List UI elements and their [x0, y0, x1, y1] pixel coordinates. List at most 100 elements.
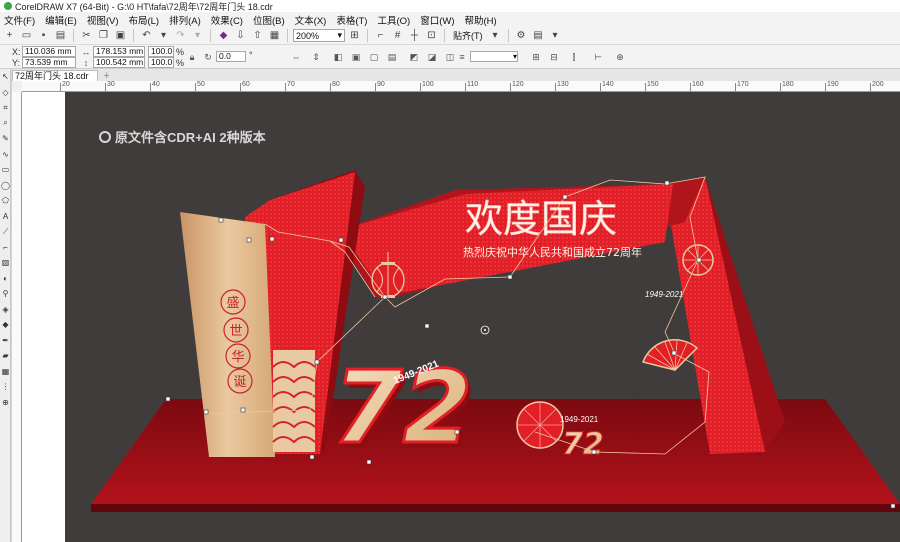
redo-dropdown-icon[interactable]: ▾ [190, 28, 205, 43]
menu-layout[interactable]: 布局(L) [124, 13, 165, 27]
connector-tool-icon[interactable]: ⌐ [0, 240, 11, 256]
shape-tool-icon[interactable]: ◇ [0, 85, 11, 101]
ruler-origin[interactable] [12, 81, 22, 92]
options-icon[interactable]: ⚙ [514, 28, 529, 43]
menu-help[interactable]: 帮助(H) [460, 13, 502, 27]
fill-icon[interactable]: ▰ [0, 348, 11, 364]
print-icon[interactable]: ▤ [53, 28, 68, 43]
menu-table[interactable]: 表格(T) [332, 13, 373, 27]
chevron-down-icon[interactable]: ▾ [488, 28, 503, 43]
rotation-center[interactable] [480, 325, 490, 335]
ungroup-icon[interactable]: ▢ [368, 51, 380, 63]
combine-icon[interactable]: ◧ [332, 51, 344, 63]
ruler-tick-label: 90 [377, 81, 385, 88]
object-align-icon[interactable]: ⫿ [568, 51, 580, 63]
artwork-page[interactable]: 原文件含CDR+AI 2种版本 盛 世 华 诞 72 72 1949-2021 … [65, 92, 900, 542]
freehand-tool-icon[interactable]: ✎ [0, 131, 11, 147]
menu-edit[interactable]: 编辑(E) [41, 13, 83, 27]
y-label: Y: [12, 58, 21, 68]
mesh-fill-icon[interactable]: ▦ [0, 364, 11, 380]
lock-ratio-icon[interactable]: 🔒︎ [186, 51, 198, 63]
text-tool-icon[interactable]: A [0, 209, 11, 225]
menu-bitmaps[interactable]: 位图(B) [249, 13, 291, 27]
height-field[interactable]: 100.542 mm [93, 57, 145, 68]
create-boundary-icon[interactable]: ⊟ [548, 51, 560, 63]
group-icon[interactable]: ▣ [350, 51, 362, 63]
new-document-icon[interactable]: + [2, 28, 17, 43]
undo-dropdown-icon[interactable]: ▾ [156, 28, 171, 43]
mirror-vertical-icon[interactable]: ⇕ [310, 51, 322, 63]
rotation-angle-field[interactable]: 0.0 [216, 51, 246, 62]
mirror-horizontal-icon[interactable]: ⇔ [290, 51, 302, 63]
scale-x-field[interactable]: 100.0 [148, 46, 174, 57]
show-guidelines-icon[interactable]: ┼ [407, 28, 422, 43]
ruler-tick-label: 110 [467, 81, 479, 88]
add-tab-icon[interactable]: + [98, 71, 116, 82]
full-screen-preview-icon[interactable]: ⊞ [347, 28, 362, 43]
crop-tool-icon[interactable]: ⌗ [0, 100, 11, 116]
weld-icon[interactable]: ◩ [408, 51, 420, 63]
snap-to-button[interactable]: 贴齐(T) [450, 29, 486, 42]
drop-shadow-icon[interactable]: ▧ [0, 255, 11, 271]
menu-window[interactable]: 窗口(W) [416, 13, 460, 27]
width-field[interactable]: 178.153 mm [93, 46, 145, 57]
menu-text[interactable]: 文本(X) [291, 13, 333, 27]
add-icon[interactable]: ⊕ [614, 51, 626, 63]
pick-tool-icon[interactable]: ↖ [0, 69, 11, 85]
zoom-tool-icon[interactable]: ⌕ [0, 116, 11, 132]
parallel-dimension-icon[interactable]: ⟋ [0, 224, 11, 240]
snap-off-icon[interactable]: ⊡ [424, 28, 439, 43]
paste-icon[interactable]: ▣ [113, 28, 128, 43]
search-content-icon[interactable]: ◆ [216, 28, 231, 43]
redo-icon[interactable]: ↷ [173, 28, 188, 43]
application-launcher-icon[interactable]: ▤ [531, 28, 546, 43]
add-tool-icon[interactable]: ⊕ [0, 395, 11, 411]
import-icon[interactable]: ⇩ [233, 28, 248, 43]
rectangle-tool-icon[interactable]: ▭ [0, 162, 11, 178]
interactive-fill-icon[interactable]: ◈ [0, 302, 11, 318]
separator [287, 29, 288, 42]
ruler-tick-label: 80 [332, 81, 340, 88]
align-distribute-icon[interactable]: ⊞ [530, 51, 542, 63]
color-eyedropper-icon[interactable]: ⚲ [0, 286, 11, 302]
export-icon[interactable]: ⇧ [250, 28, 265, 43]
scale-y-field[interactable]: 100.0 [148, 57, 174, 68]
smart-fill-icon[interactable]: ◆ [0, 317, 11, 333]
cut-icon[interactable]: ✂ [79, 28, 94, 43]
ellipse-tool-icon[interactable]: ◯ [0, 178, 11, 194]
expand-toolbox-icon[interactable]: ⋮ [0, 379, 11, 395]
undo-icon[interactable]: ↶ [139, 28, 154, 43]
outline-pen-icon[interactable]: ✒ [0, 333, 11, 349]
menu-file[interactable]: 文件(F) [0, 13, 41, 27]
horizontal-ruler[interactable]: 20 30 40 50 60 70 80 90 100 110 120 130 140 150 160 170… [22, 81, 900, 92]
show-grid-icon[interactable]: # [390, 28, 405, 43]
publish-pdf-icon[interactable]: ▦ [267, 28, 282, 43]
transparency-icon[interactable]: ◐ [0, 271, 11, 287]
polygon-tool-icon[interactable]: ⬠ [0, 193, 11, 209]
drawing-window[interactable]: 原文件含CDR+AI 2种版本 盛 世 华 诞 72 72 1949-2021 … [22, 92, 900, 542]
zoom-level-select[interactable]: 200% ▾ [293, 29, 345, 42]
outline-width-icon: ≡ [459, 52, 465, 62]
show-rulers-icon[interactable]: ⌐ [373, 28, 388, 43]
menu-view[interactable]: 视图(V) [83, 13, 125, 27]
save-icon[interactable]: ▪ [36, 28, 51, 43]
ruler-tick-label: 40 [152, 81, 160, 88]
x-position-field[interactable]: 110.036 mm [22, 46, 76, 57]
open-folder-icon[interactable]: ▭ [19, 28, 34, 43]
trim-icon[interactable]: ◪ [426, 51, 438, 63]
separator [133, 29, 134, 42]
distribute-icon[interactable]: ⊢ [592, 51, 604, 63]
menu-arrange[interactable]: 排列(A) [165, 13, 207, 27]
vertical-ruler[interactable] [12, 92, 22, 542]
y-position-field[interactable]: 73.539 mm [22, 57, 76, 68]
copy-icon[interactable]: ❐ [96, 28, 111, 43]
main-title: 欢度国庆 [465, 197, 617, 241]
menu-effects[interactable]: 效果(C) [207, 13, 249, 27]
launcher-dropdown-icon[interactable]: ▾ [548, 28, 563, 43]
intersect-icon[interactable]: ◫ [444, 51, 456, 63]
menu-tools[interactable]: 工具(O) [373, 13, 416, 27]
document-tab[interactable]: 72周年门头 18.cdr [12, 70, 98, 81]
artistic-media-icon[interactable]: ∿ [0, 147, 11, 163]
outline-width-select[interactable]: ▾ [470, 51, 518, 62]
ungroup-all-icon[interactable]: ▤ [386, 51, 398, 63]
